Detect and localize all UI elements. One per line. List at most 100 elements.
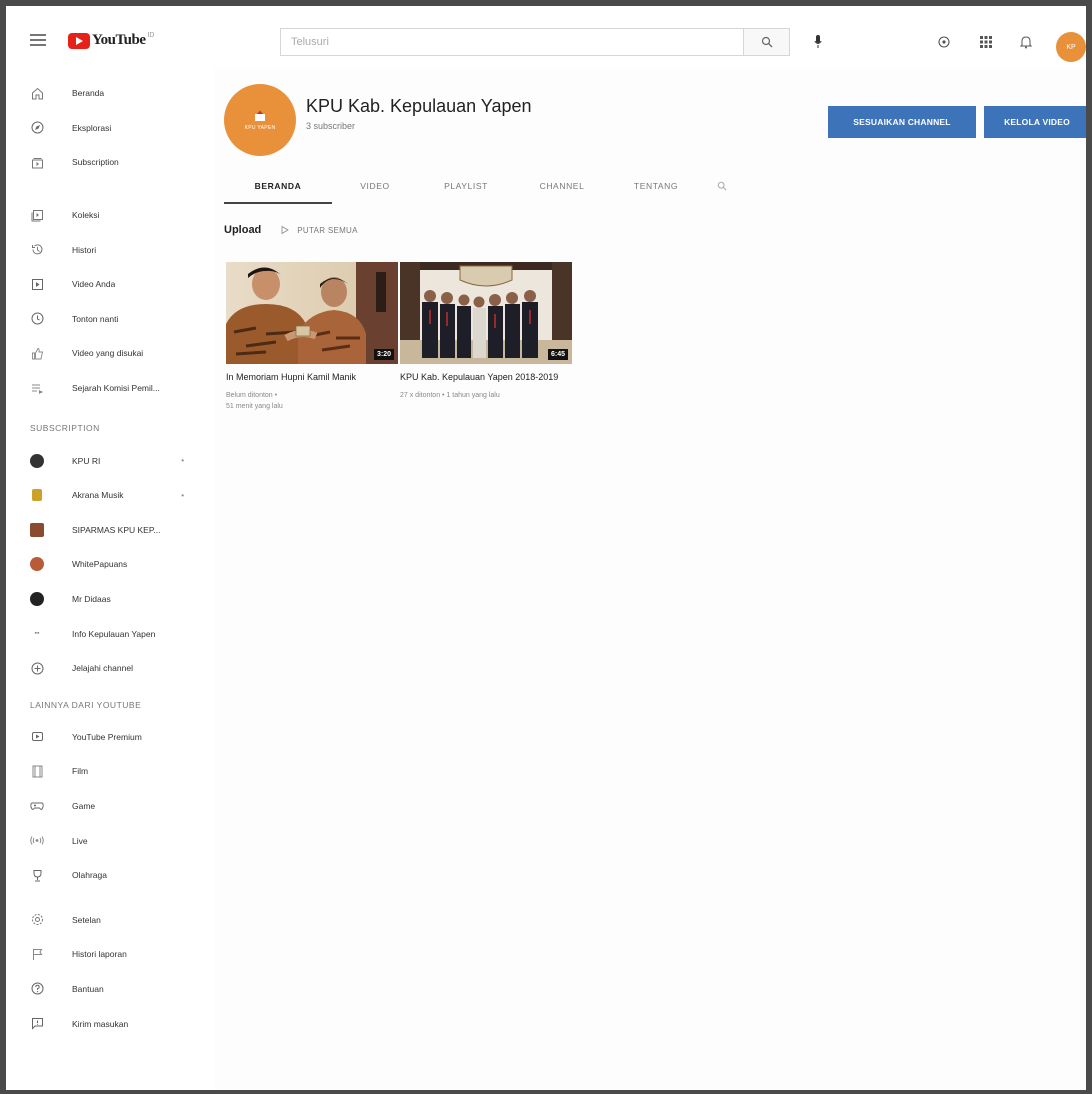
search-icon bbox=[717, 181, 727, 191]
video-age: 51 menit yang lalu bbox=[226, 403, 283, 410]
video-title[interactable]: KPU Kab. Kepulauan Yapen 2018-2019 bbox=[400, 370, 560, 384]
tab-playlist[interactable]: PLAYLIST bbox=[418, 168, 514, 204]
video-card[interactable]: 6:45 KPU Kab. Kepulauan Yapen 2018-2019 … bbox=[400, 262, 572, 401]
sidebar-item-film[interactable]: Film bbox=[6, 754, 206, 789]
channel-avatar-text: KPU YAPEN bbox=[244, 124, 276, 131]
sidebar-item-tonton-nanti[interactable]: Tonton nanti bbox=[6, 302, 206, 337]
sidebar-item-eksplorasi[interactable]: Eksplorasi bbox=[6, 111, 206, 146]
video-title[interactable]: In Memoriam Hupni Kamil Manik bbox=[226, 370, 386, 384]
play-all-label: PUTAR SEMUA bbox=[297, 225, 358, 235]
youtube-logo[interactable]: YouTube ID bbox=[68, 32, 154, 49]
top-bar: YouTube ID KP bbox=[6, 6, 1086, 68]
sidebar-item-histori[interactable]: Histori bbox=[6, 232, 206, 267]
search-button[interactable] bbox=[743, 29, 789, 55]
sidebar-subscription-mr-didaas[interactable]: Mr Didaas bbox=[6, 582, 206, 617]
video-thumbnail[interactable]: 3:20 bbox=[226, 262, 398, 364]
gaming-icon bbox=[30, 799, 44, 813]
search-input[interactable] bbox=[281, 29, 743, 55]
sidebar-item-label: Koleksi bbox=[72, 210, 100, 221]
your-videos-icon bbox=[30, 277, 44, 291]
kpu-logo-icon bbox=[255, 110, 265, 121]
tab-tentang[interactable]: TENTANG bbox=[610, 168, 702, 204]
channel-tabs: BERANDA VIDEO PLAYLIST CHANNEL TENTANG bbox=[224, 168, 742, 204]
sidebar-item-label: Histori bbox=[72, 244, 97, 255]
sidebar-item-label: KPU RI bbox=[72, 455, 101, 466]
sidebar-divider bbox=[6, 180, 206, 198]
play-all-button[interactable]: PUTAR SEMUA bbox=[281, 226, 358, 235]
sidebar-item-video-disukai[interactable]: Video yang disukai bbox=[6, 336, 206, 371]
film-icon bbox=[30, 764, 44, 778]
sidebar-item-label: Bantuan bbox=[72, 983, 104, 994]
video-card[interactable]: 3:20 In Memoriam Hupni Kamil Manik Belum… bbox=[226, 262, 398, 412]
sidebar-item-jelajahi-channel[interactable]: Jelajahi channel bbox=[6, 651, 206, 686]
channel-info: KPU Kab. Kepulauan Yapen 3 subscriber bbox=[306, 96, 532, 131]
video-thumbnail[interactable]: 6:45 bbox=[400, 262, 572, 364]
tab-video[interactable]: VIDEO bbox=[332, 168, 418, 204]
sidebar-item-label: WhitePapuans bbox=[72, 559, 128, 570]
notifications-button[interactable] bbox=[1018, 34, 1034, 50]
sidebar-item-label: Beranda bbox=[72, 88, 105, 99]
sidebar-divider bbox=[6, 892, 206, 902]
library-icon bbox=[30, 208, 44, 222]
sidebar-item-label: Eksplorasi bbox=[72, 122, 112, 133]
sidebar-item-koleksi[interactable]: Koleksi bbox=[6, 198, 206, 233]
channel-name: KPU Kab. Kepulauan Yapen bbox=[306, 95, 532, 116]
sidebar-item-label: Akrana Musik bbox=[72, 490, 124, 501]
sidebar-subscription-info-kepulauan-yapen[interactable]: ▪▪ Info Kepulauan Yapen bbox=[6, 616, 206, 651]
channel-search-button[interactable] bbox=[702, 168, 742, 204]
customize-channel-button[interactable]: SESUAIKAN CHANNEL bbox=[828, 106, 976, 138]
mic-button[interactable] bbox=[808, 32, 828, 52]
search-box bbox=[280, 28, 790, 56]
channel-avatar-icon bbox=[30, 557, 44, 572]
sidebar-item-bantuan[interactable]: Bantuan bbox=[6, 972, 206, 1007]
search-icon bbox=[761, 36, 772, 48]
logo-text: YouTube bbox=[92, 32, 146, 48]
sidebar-item-playlist-sejarah[interactable]: Sejarah Komisi Pemil... bbox=[6, 371, 206, 406]
sidebar-item-label: Tonton nanti bbox=[72, 313, 119, 324]
menu-icon[interactable] bbox=[30, 34, 46, 46]
sidebar-item-live[interactable]: Live bbox=[6, 823, 206, 858]
mic-icon bbox=[814, 35, 822, 48]
tab-beranda[interactable]: BERANDA bbox=[224, 168, 332, 204]
sidebar-item-label: Kirim masukan bbox=[72, 1018, 129, 1029]
bell-icon bbox=[1020, 36, 1032, 49]
browser-frame: YouTube ID KP Beranda Eksp bbox=[0, 0, 1092, 1094]
sidebar-item-histori-laporan[interactable]: Histori laporan bbox=[6, 937, 206, 972]
feedback-icon bbox=[30, 1017, 44, 1031]
new-content-dot: • bbox=[181, 456, 184, 466]
sidebar-subscription-akrana-musik[interactable]: Akrana Musik • bbox=[6, 478, 206, 513]
apps-button[interactable] bbox=[978, 34, 994, 50]
video-views: Belum ditonton • bbox=[226, 392, 278, 399]
sidebar-item-label: Info Kepulauan Yapen bbox=[72, 628, 156, 639]
sports-icon bbox=[30, 868, 44, 882]
sidebar-item-kirim-masukan[interactable]: Kirim masukan bbox=[6, 1006, 206, 1041]
sidebar-item-beranda[interactable]: Beranda bbox=[6, 76, 206, 111]
thumbnail-image bbox=[400, 262, 572, 364]
channel-header: KPU YAPEN KPU Kab. Kepulauan Yapen 3 sub… bbox=[224, 84, 532, 156]
create-video-button[interactable] bbox=[936, 34, 952, 50]
sidebar-item-olahraga[interactable]: Olahraga bbox=[6, 858, 206, 893]
sidebar-subscription-siparmas[interactable]: SIPARMAS KPU KEP... bbox=[6, 513, 206, 548]
sidebar-item-setelan[interactable]: Setelan bbox=[6, 902, 206, 937]
compass-icon bbox=[30, 121, 44, 135]
sidebar-item-game[interactable]: Game bbox=[6, 789, 206, 824]
video-meta: Belum ditonton • 51 menit yang lalu bbox=[226, 390, 386, 412]
tab-channel[interactable]: CHANNEL bbox=[514, 168, 610, 204]
sidebar-item-youtube-premium[interactable]: YouTube Premium bbox=[6, 720, 206, 755]
subscriptions-icon bbox=[30, 155, 44, 169]
channel-avatar[interactable]: KPU YAPEN bbox=[224, 84, 296, 156]
sidebar-item-label: Live bbox=[72, 835, 88, 846]
channel-avatar-icon: ▪▪ bbox=[34, 630, 40, 638]
sidebar-subscription-kpu-ri[interactable]: KPU RI • bbox=[6, 443, 206, 478]
upload-section-header: Upload PUTAR SEMUA bbox=[224, 224, 358, 236]
video-meta: 27 x ditonton • 1 tahun yang lalu bbox=[400, 390, 560, 401]
account-avatar[interactable]: KP bbox=[1056, 32, 1086, 62]
flag-icon bbox=[30, 947, 44, 961]
channel-avatar-icon bbox=[30, 522, 44, 537]
thumbnail-image bbox=[226, 262, 398, 364]
sidebar-subscription-whitepapuans[interactable]: WhitePapuans bbox=[6, 547, 206, 582]
sidebar-item-video-anda[interactable]: Video Anda bbox=[6, 267, 206, 302]
sidebar-item-subscription[interactable]: Subscription bbox=[6, 145, 206, 180]
manage-videos-button[interactable]: KELOLA VIDEO bbox=[984, 106, 1086, 138]
video-duration: 3:20 bbox=[373, 349, 394, 360]
